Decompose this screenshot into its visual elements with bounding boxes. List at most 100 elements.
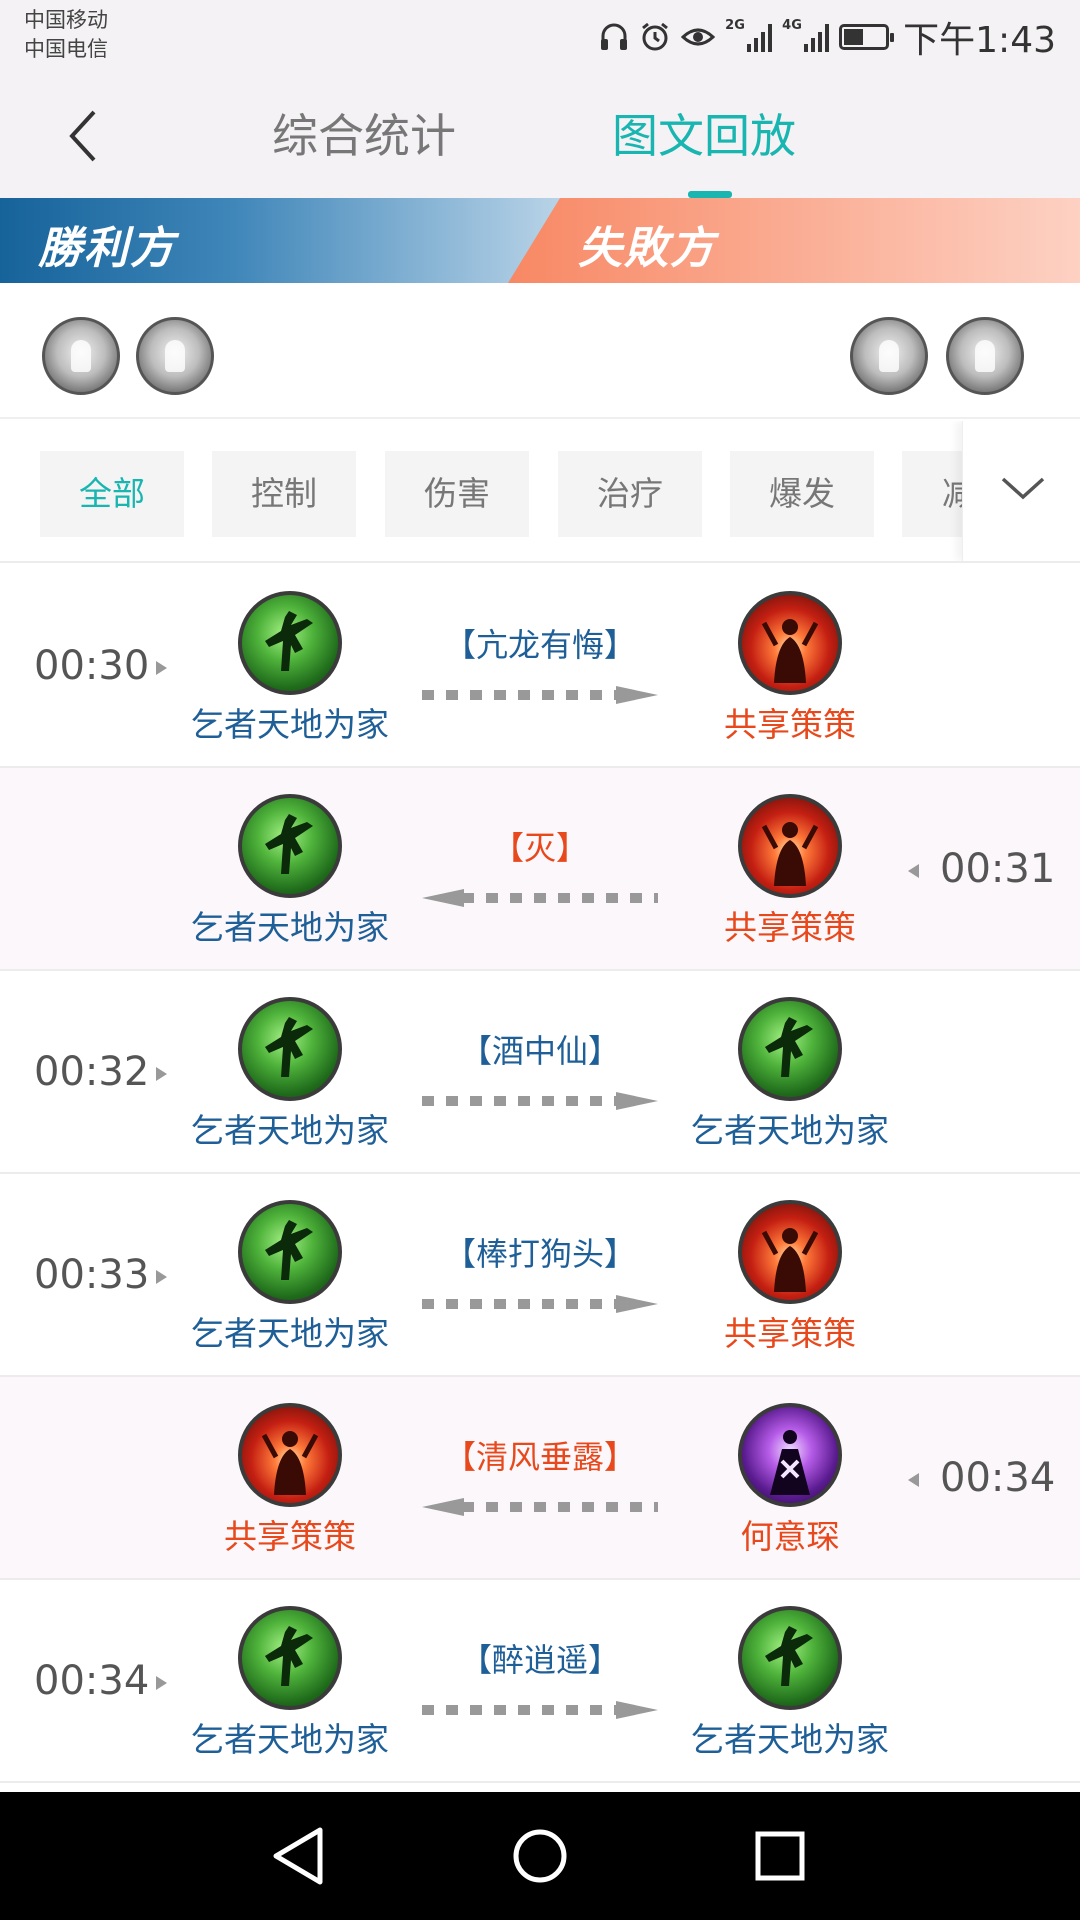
source-name: 何意琛 — [740, 1517, 840, 1556]
filter-healing[interactable]: 治疗 — [558, 451, 702, 537]
filter-control[interactable]: 控制 — [212, 451, 356, 537]
event-source[interactable]: 乞者天地为家 — [160, 591, 420, 747]
carrier-info: 中国移动 中国电信 — [24, 6, 108, 64]
target-name: 乞者天地为家 — [691, 1720, 889, 1759]
loser-label: 失敗方 — [578, 223, 716, 274]
event-time: 00:34 — [940, 1455, 1056, 1501]
skill-name: 【棒打狗头】 — [443, 1235, 636, 1273]
event-list: 00:30 乞者天地为家 【亢龙有悔】 共享策策 乞者天地为家 【灭】 共享策策… — [0, 565, 1080, 1783]
event-source[interactable]: 何意琛 — [660, 1403, 920, 1559]
monk-class-icon — [738, 1200, 842, 1304]
winner-player-avatar-1[interactable] — [42, 317, 120, 395]
filter-bar: 全部 控制 伤害 治疗 爆发 减 — [0, 421, 1080, 563]
event-source[interactable]: 乞者天地为家 — [160, 1606, 420, 1762]
event-row[interactable]: 乞者天地为家 【灭】 共享策策 00:31 — [0, 768, 1080, 971]
filter-all[interactable]: 全部 — [40, 451, 184, 537]
event-time: 00:33 — [34, 1252, 150, 1298]
beggar-class-icon — [738, 1606, 842, 1710]
event-time: 00:30 — [34, 643, 150, 689]
event-row[interactable]: 00:34 乞者天地为家 【醉逍遥】 乞者天地为家 — [0, 1580, 1080, 1783]
beggar-class-icon — [238, 794, 342, 898]
alarm-icon — [639, 17, 671, 57]
beggar-class-icon — [238, 1606, 342, 1710]
arrow-left-icon — [422, 1498, 658, 1516]
filter-expand-button[interactable] — [962, 421, 1080, 561]
event-time: 00:31 — [940, 846, 1056, 892]
skill-name: 【亢龙有悔】 — [443, 626, 636, 664]
event-row[interactable]: 共享策策 【清风垂露】 何意琛 00:34 — [0, 1377, 1080, 1580]
signal-icon: 2G — [725, 18, 773, 52]
carrier-2: 中国电信 — [24, 37, 108, 61]
back-button[interactable] — [56, 106, 116, 166]
arrow-right-icon — [422, 1701, 658, 1719]
target-name: 共享策策 — [224, 1517, 356, 1556]
target-name: 乞者天地为家 — [691, 1111, 889, 1150]
play-marker-icon — [908, 1473, 919, 1487]
skill-name: 【灭】 — [491, 829, 588, 867]
skill-name: 【酒中仙】 — [459, 1032, 620, 1070]
winner-player-avatar-2[interactable] — [136, 317, 214, 395]
skill-name: 【醉逍遥】 — [459, 1641, 620, 1679]
source-name: 乞者天地为家 — [191, 1111, 389, 1150]
nav-back-icon[interactable] — [266, 1822, 334, 1890]
team-avatars — [0, 283, 1080, 419]
monk-class-icon — [738, 794, 842, 898]
signal-icon-2: 4G — [782, 18, 830, 52]
event-source[interactable]: 共享策策 — [660, 794, 920, 950]
loser-player-avatar-2[interactable] — [946, 317, 1024, 395]
source-name: 乞者天地为家 — [191, 1314, 389, 1353]
beggar-class-icon — [738, 997, 842, 1101]
event-source[interactable]: 乞者天地为家 — [160, 1200, 420, 1356]
nav-recents-icon[interactable] — [746, 1822, 814, 1890]
event-target[interactable]: 共享策策 — [660, 1200, 920, 1356]
arrow-right-icon — [422, 1295, 658, 1313]
event-row[interactable]: 00:30 乞者天地为家 【亢龙有悔】 共享策策 — [0, 565, 1080, 768]
carrier-1: 中国移动 — [24, 8, 108, 32]
event-time: 00:32 — [34, 1049, 150, 1095]
nav-home-icon[interactable] — [506, 1822, 574, 1890]
status-bar: 中国移动 中国电信 2G 4G 下午1:43 — [0, 0, 1080, 78]
beggar-class-icon — [238, 997, 342, 1101]
network-1-label: 2G — [725, 18, 745, 33]
clock: 下午1:43 — [903, 20, 1056, 61]
source-name: 共享策策 — [724, 908, 856, 947]
event-target[interactable]: 共享策策 — [160, 1403, 420, 1559]
event-target[interactable]: 乞者天地为家 — [660, 997, 920, 1153]
battery-icon — [839, 24, 895, 50]
arrow-right-icon — [422, 1092, 658, 1110]
tab-overall-stats[interactable]: 综合统计 — [272, 106, 456, 166]
chevron-down-icon — [1001, 477, 1045, 500]
skill-name: 【清风垂露】 — [443, 1438, 636, 1476]
event-source[interactable]: 乞者天地为家 — [160, 997, 420, 1153]
loser-player-avatar-1[interactable] — [850, 317, 928, 395]
monk-class-icon — [738, 591, 842, 695]
event-target[interactable]: 共享策策 — [660, 591, 920, 747]
beggar-class-icon — [238, 591, 342, 695]
filter-damage[interactable]: 伤害 — [385, 451, 529, 537]
target-name: 共享策策 — [724, 705, 856, 744]
source-name: 乞者天地为家 — [191, 1720, 389, 1759]
arrow-left-icon — [422, 889, 658, 907]
eye-icon — [681, 17, 716, 57]
tab-replay[interactable]: 图文回放 — [612, 106, 796, 166]
chevron-left-icon — [69, 110, 96, 162]
network-2-label: 4G — [782, 18, 802, 33]
target-name: 乞者天地为家 — [191, 908, 389, 947]
target-name: 共享策策 — [724, 1314, 856, 1353]
source-name: 乞者天地为家 — [191, 705, 389, 744]
beggar-class-icon — [238, 1200, 342, 1304]
system-nav-bar — [0, 1792, 1080, 1920]
event-time: 00:34 — [34, 1658, 150, 1704]
event-target[interactable]: 乞者天地为家 — [660, 1606, 920, 1762]
status-icons: 2G 4G 下午1:43 — [599, 12, 1056, 62]
event-target[interactable]: 乞者天地为家 — [160, 794, 420, 950]
app-header: 综合统计 图文回放 — [0, 78, 1080, 198]
event-row[interactable]: 00:33 乞者天地为家 【棒打狗头】 共享策策 — [0, 1174, 1080, 1377]
monk-class-icon — [238, 1403, 342, 1507]
event-row[interactable]: 00:32 乞者天地为家 【酒中仙】 乞者天地为家 — [0, 971, 1080, 1174]
mage-class-icon — [738, 1403, 842, 1507]
play-marker-icon — [908, 864, 919, 878]
filter-burst[interactable]: 爆发 — [730, 451, 874, 537]
team-banner: 勝利方 失敗方 — [0, 198, 1080, 283]
winner-label: 勝利方 — [38, 223, 176, 274]
